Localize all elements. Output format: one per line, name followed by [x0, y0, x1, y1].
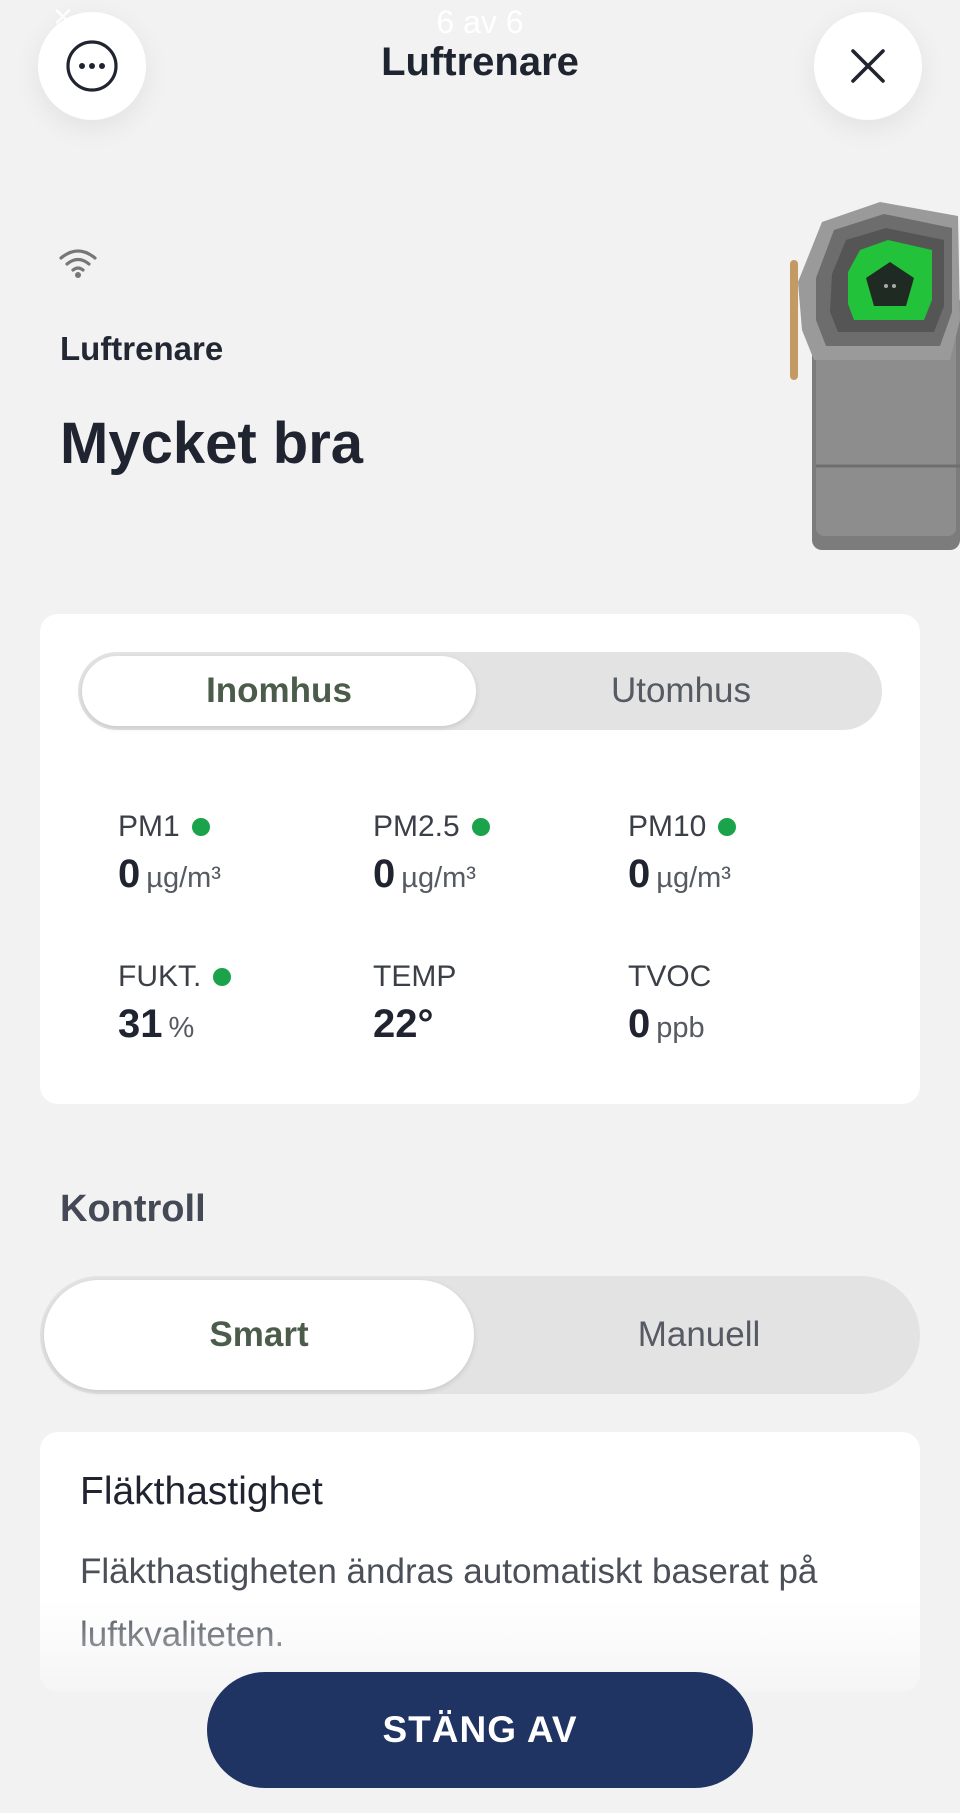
metric-label: PM1 — [118, 810, 180, 843]
metric-value: 22° — [373, 1002, 434, 1046]
close-icon — [851, 49, 885, 83]
tab-outdoor[interactable]: Utomhus — [480, 652, 882, 730]
metric-humidity: FUKT. 31% — [118, 960, 232, 1047]
metric-value: 0 — [118, 852, 141, 896]
metric-label: FUKT. — [118, 960, 202, 993]
device-label: Luftrenare — [60, 330, 224, 367]
more-button[interactable] — [38, 12, 146, 120]
metric-label: TVOC — [628, 960, 712, 993]
image-counter: 6 av 6 — [436, 4, 524, 40]
more-horizontal-circle-icon — [66, 40, 118, 92]
tab-indoor[interactable]: Inomhus — [78, 652, 480, 730]
air-quality-card: Inomhus Utomhus PM1 0 µg/m³ PM2.5 0 µg/m³ … — [40, 614, 920, 1104]
metric-label: PM2.5 — [373, 810, 460, 843]
metric-value: 0 — [628, 1002, 651, 1046]
fan-speed-title: Fläkthastighet — [80, 1470, 323, 1513]
metric-pm2-5: PM2.5 0 µg/m³ — [373, 810, 490, 897]
metric-pm10: PM10 0 µg/m³ — [628, 810, 737, 897]
status-dot-icon — [718, 818, 737, 836]
air-quality-status: Mycket bra — [60, 411, 364, 476]
metric-unit: µg/m³ — [656, 862, 731, 894]
mode-manual[interactable]: Manuell — [478, 1276, 920, 1394]
metric-temperature: TEMP 22° — [373, 960, 456, 1047]
status-dot-icon — [191, 818, 210, 836]
mode-segmented-control: Smart Manuell — [40, 1276, 920, 1394]
metric-tvoc: TVOC 0 ppb — [628, 960, 711, 1047]
control-section-title: Kontroll — [60, 1188, 206, 1230]
metric-label: TEMP — [373, 960, 457, 993]
metric-unit: µg/m³ — [146, 862, 221, 894]
location-segmented-control: Inomhus Utomhus — [78, 652, 882, 730]
metric-value: 0 — [373, 852, 396, 896]
status-dot-icon — [213, 968, 232, 986]
metric-unit: µg/m³ — [401, 862, 476, 894]
metric-unit: % — [168, 1012, 195, 1044]
turn-off-button[interactable]: STÄNG AV — [207, 1672, 753, 1788]
metric-unit: ppb — [656, 1012, 705, 1044]
metric-value: 31 — [118, 1002, 163, 1046]
air-purifier-image — [790, 202, 960, 550]
mode-smart[interactable]: Smart — [40, 1276, 478, 1394]
page-title: Luftrenare — [381, 40, 579, 84]
status-dot-icon — [471, 818, 490, 836]
metric-value: 0 — [628, 852, 651, 896]
metric-label: PM10 — [628, 810, 707, 843]
wifi-icon — [59, 249, 97, 278]
metric-pm1: PM1 0 µg/m³ — [118, 810, 221, 897]
close-button[interactable] — [814, 12, 922, 120]
